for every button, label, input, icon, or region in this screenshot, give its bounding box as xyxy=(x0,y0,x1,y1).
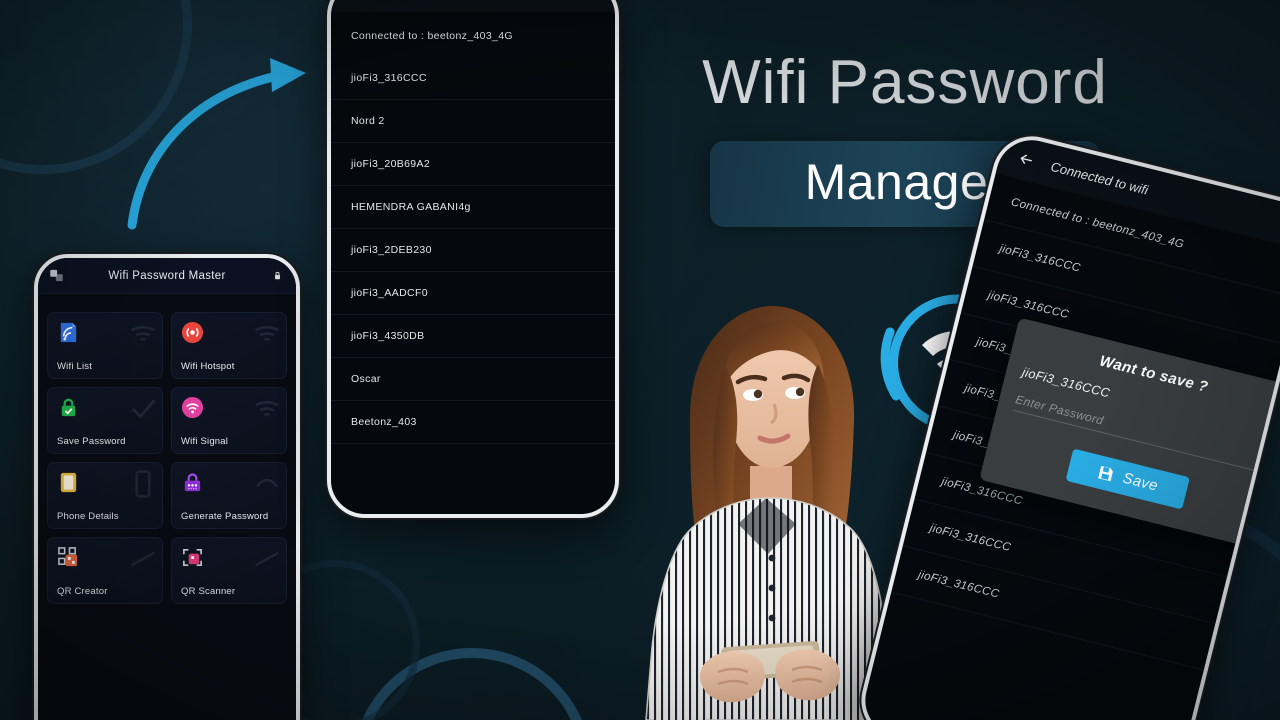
wifi-network-row[interactable]: jioFi3_4350DB xyxy=(331,315,615,358)
tile-label: QR Creator xyxy=(57,586,108,597)
wifi-watermark-icon xyxy=(255,325,279,341)
wifi-network-row[interactable]: Nord 2 xyxy=(331,100,615,143)
tile-label: Wifi List xyxy=(57,361,93,372)
tile-qr-scanner[interactable]: QR Scanner xyxy=(171,537,287,604)
line-watermark-icon xyxy=(131,551,155,567)
tile-label: Wifi Signal xyxy=(181,436,229,447)
lock-icon[interactable] xyxy=(270,268,285,283)
app-bar: Wifi Password Master xyxy=(38,258,296,294)
hotspot-icon xyxy=(181,321,204,344)
tile-phone-details[interactable]: Phone Details xyxy=(47,462,163,529)
wifi-network-row[interactable]: jioFi3_316CCC xyxy=(331,57,615,100)
tile-label: Wifi Hotspot xyxy=(181,361,235,372)
app-bar-title: Wifi Password Master xyxy=(108,269,226,282)
feature-tile-grid: Wifi List Wifi Hotspot Save Password Wif… xyxy=(38,294,296,604)
check-watermark-icon xyxy=(131,399,156,419)
wifi-network-row[interactable]: Beetonz_403 xyxy=(331,401,615,444)
save-button[interactable]: Save xyxy=(1065,448,1190,510)
center-phone-mockup: Connected to wifi Connected to : beetonz… xyxy=(327,0,619,518)
wifi-network-row[interactable]: jioFi3_20B69A2 xyxy=(331,143,615,186)
tile-wifi-list[interactable]: Wifi List xyxy=(47,312,163,379)
phone-watermark-icon xyxy=(135,470,151,498)
phone-details-icon xyxy=(60,472,77,493)
tile-qr-creator[interactable]: QR Creator xyxy=(47,537,163,604)
qr-creator-icon xyxy=(58,547,78,567)
decorative-ring xyxy=(352,648,592,720)
wifi-network-row[interactable]: HEMENDRA GABANI4g xyxy=(331,186,615,229)
left-phone-screen: Wifi Password Master Wifi List Wifi Hots… xyxy=(38,258,296,720)
left-phone-mockup: Wifi Password Master Wifi List Wifi Hots… xyxy=(34,254,300,720)
tile-generate-password[interactable]: Generate Password xyxy=(171,462,287,529)
sparkle-watermark-icon xyxy=(255,478,279,488)
center-app-bar: Connected to wifi xyxy=(331,0,615,12)
volume-up-button[interactable] xyxy=(617,142,619,204)
wifi-list-icon xyxy=(60,322,77,343)
save-button-label: Save xyxy=(1120,469,1160,495)
wifi-network-row[interactable]: jioFi3_2DEB230 xyxy=(331,229,615,272)
connected-network-row: Connected to : beetonz_403_4G xyxy=(331,14,615,57)
page-title: Wifi Password xyxy=(702,48,1108,117)
qr-scanner-icon xyxy=(183,549,202,566)
tile-label: QR Scanner xyxy=(181,586,236,597)
wifi-network-row[interactable]: jioFi3_AADCF0 xyxy=(331,272,615,315)
volume-down-button[interactable] xyxy=(617,232,619,272)
tile-label: Generate Password xyxy=(181,511,269,522)
wifi-signal-icon xyxy=(181,396,204,419)
wifi-watermark-icon xyxy=(255,400,279,416)
wifi-network-list[interactable]: Connected to : beetonz_403_4G jioFi3_316… xyxy=(331,12,615,444)
translate-icon[interactable] xyxy=(49,268,64,283)
back-arrow-icon[interactable] xyxy=(1016,150,1035,169)
tile-save-password[interactable]: Save Password xyxy=(47,387,163,454)
lock-check-icon xyxy=(61,398,76,417)
tile-label: Save Password xyxy=(57,436,126,447)
generate-password-icon xyxy=(184,473,201,492)
line-watermark-icon xyxy=(255,551,279,567)
floppy-save-icon xyxy=(1098,465,1114,482)
tile-wifi-hotspot[interactable]: Wifi Hotspot xyxy=(171,312,287,379)
tile-label: Phone Details xyxy=(57,511,119,522)
wifi-network-row[interactable]: Oscar xyxy=(331,358,615,401)
center-phone-screen: Connected to wifi Connected to : beetonz… xyxy=(331,0,615,514)
tile-wifi-signal[interactable]: Wifi Signal xyxy=(171,387,287,454)
promo-banner: Wifi Password Manager Wifi Password Mast… xyxy=(0,0,1280,720)
wifi-watermark-icon xyxy=(131,325,155,341)
curved-arrow-icon xyxy=(127,58,306,230)
